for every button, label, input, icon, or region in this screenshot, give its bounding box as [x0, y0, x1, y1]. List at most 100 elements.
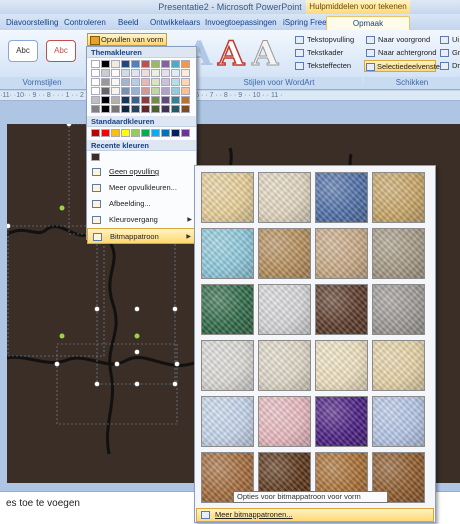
theme-color-shade-swatch[interactable] [141, 96, 150, 104]
tab-opmaak[interactable]: Opmaak [326, 16, 410, 30]
theme-color-swatch[interactable] [121, 60, 130, 68]
no-fill-item[interactable]: Geen opvulling [87, 164, 196, 180]
theme-color-shade-swatch[interactable] [111, 87, 120, 95]
texture-recycled-paper[interactable] [258, 340, 311, 391]
texture-fish-fossil[interactable] [315, 228, 368, 279]
bring-forward-button[interactable]: Naar voorgrond [366, 34, 430, 46]
theme-color-shade-swatch[interactable] [181, 96, 190, 104]
align-button[interactable]: Ui [440, 34, 459, 46]
theme-color-shade-swatch[interactable] [151, 78, 160, 86]
recent-color-swatch[interactable] [91, 153, 100, 161]
theme-color-swatch[interactable] [91, 60, 100, 68]
tab-ontwikkelaars[interactable]: Ontwikkelaars [150, 16, 200, 30]
texture-papyrus[interactable] [201, 172, 254, 223]
tab-diavoorstelling[interactable]: Diavoorstelling [6, 16, 58, 30]
theme-color-shade-swatch[interactable] [151, 69, 160, 77]
theme-color-swatch[interactable] [181, 60, 190, 68]
theme-color-shade-swatch[interactable] [121, 105, 130, 113]
theme-color-swatch[interactable] [171, 60, 180, 68]
theme-color-swatch[interactable] [161, 60, 170, 68]
theme-color-shade-swatch[interactable] [91, 69, 100, 77]
standard-color-swatch[interactable] [181, 129, 190, 137]
texture-water-droplets[interactable] [201, 228, 254, 279]
send-backward-button[interactable]: Naar achtergrond [366, 47, 436, 59]
theme-color-shade-swatch[interactable] [141, 105, 150, 113]
theme-color-shade-swatch[interactable] [151, 96, 160, 104]
theme-color-shade-swatch[interactable] [161, 78, 170, 86]
theme-color-shade-swatch[interactable] [161, 69, 170, 77]
theme-color-shade-swatch[interactable] [101, 87, 110, 95]
texture-granite[interactable] [372, 284, 425, 335]
theme-color-shade-swatch[interactable] [111, 78, 120, 86]
theme-color-shade-swatch[interactable] [171, 96, 180, 104]
texture-newsprint[interactable] [201, 340, 254, 391]
theme-color-shade-swatch[interactable] [181, 78, 190, 86]
theme-color-shade-swatch[interactable] [111, 96, 120, 104]
theme-color-shade-swatch[interactable] [181, 87, 190, 95]
theme-color-shade-swatch[interactable] [181, 105, 190, 113]
theme-color-shade-swatch[interactable] [141, 78, 150, 86]
shape-style-1[interactable]: Abc [8, 40, 38, 62]
theme-color-shade-swatch[interactable] [91, 87, 100, 95]
texture-parchment[interactable] [315, 340, 368, 391]
theme-color-shade-swatch[interactable] [131, 87, 140, 95]
text-fill-button[interactable]: Tekstopvulling [295, 34, 354, 46]
theme-color-shade-swatch[interactable] [161, 105, 170, 113]
theme-color-shade-swatch[interactable] [121, 78, 130, 86]
texture-woven-mat[interactable] [372, 172, 425, 223]
texture-pink-tissue-paper[interactable] [258, 396, 311, 447]
standard-color-swatch[interactable] [171, 129, 180, 137]
texture-stationery[interactable] [372, 340, 425, 391]
standard-color-swatch[interactable] [121, 129, 130, 137]
tab-ispring[interactable]: iSpring Free [283, 16, 327, 30]
theme-color-shade-swatch[interactable] [131, 78, 140, 86]
tab-invoegtoepassingen[interactable]: Invoegtoepassingen [205, 16, 277, 30]
wordart-style-2[interactable]: A [217, 33, 245, 75]
theme-color-shade-swatch[interactable] [131, 96, 140, 104]
theme-color-shade-swatch[interactable] [131, 69, 140, 77]
text-effects-button[interactable]: Teksteffecten [295, 60, 351, 72]
theme-color-swatch[interactable] [101, 60, 110, 68]
theme-color-shade-swatch[interactable] [151, 87, 160, 95]
theme-color-shade-swatch[interactable] [101, 105, 110, 113]
theme-color-shade-swatch[interactable] [141, 69, 150, 77]
standard-color-swatch[interactable] [161, 129, 170, 137]
standard-color-swatch[interactable] [91, 129, 100, 137]
theme-color-shade-swatch[interactable] [151, 105, 160, 113]
texture-blue-tissue-paper[interactable] [201, 396, 254, 447]
theme-color-shade-swatch[interactable] [121, 69, 130, 77]
gradient-fill-item[interactable]: Kleurovergang ▶ [87, 212, 196, 228]
theme-color-shade-swatch[interactable] [171, 105, 180, 113]
wordart-style-3[interactable]: A [251, 34, 278, 75]
theme-color-swatch[interactable] [151, 60, 160, 68]
theme-color-shade-swatch[interactable] [101, 96, 110, 104]
theme-color-shade-swatch[interactable] [161, 96, 170, 104]
theme-color-shade-swatch[interactable] [91, 105, 100, 113]
standard-color-swatch[interactable] [151, 129, 160, 137]
more-textures-button[interactable]: Meer bitmappatronen... [196, 508, 434, 522]
theme-color-shade-swatch[interactable] [171, 87, 180, 95]
group-button[interactable]: Gr [440, 47, 460, 59]
texture-white-marble[interactable] [258, 284, 311, 335]
theme-color-shade-swatch[interactable] [111, 105, 120, 113]
theme-color-shade-swatch[interactable] [171, 69, 180, 77]
texture-sand[interactable] [372, 228, 425, 279]
theme-color-shade-swatch[interactable] [171, 78, 180, 86]
texture-fill-item[interactable]: Bitmappatroon ▶ [87, 228, 196, 244]
shape-style-2[interactable]: Abc [46, 40, 76, 62]
standard-color-swatch[interactable] [141, 129, 150, 137]
selection-pane-button[interactable]: Selectiedeelvenster [364, 60, 442, 72]
standard-color-swatch[interactable] [111, 129, 120, 137]
theme-color-shade-swatch[interactable] [121, 96, 130, 104]
theme-color-swatch[interactable] [131, 60, 140, 68]
fill-shape-dropdown[interactable]: Opvullen van vorm [87, 33, 167, 46]
more-fill-colors-item[interactable]: Meer opvulkleuren... [87, 180, 196, 196]
theme-color-swatch[interactable] [141, 60, 150, 68]
theme-color-swatch[interactable] [111, 60, 120, 68]
standard-color-swatch[interactable] [101, 129, 110, 137]
texture-canvas[interactable] [258, 172, 311, 223]
theme-color-shade-swatch[interactable] [91, 96, 100, 104]
theme-color-shade-swatch[interactable] [131, 105, 140, 113]
tab-beeld[interactable]: Beeld [118, 16, 138, 30]
theme-color-shade-swatch[interactable] [91, 78, 100, 86]
